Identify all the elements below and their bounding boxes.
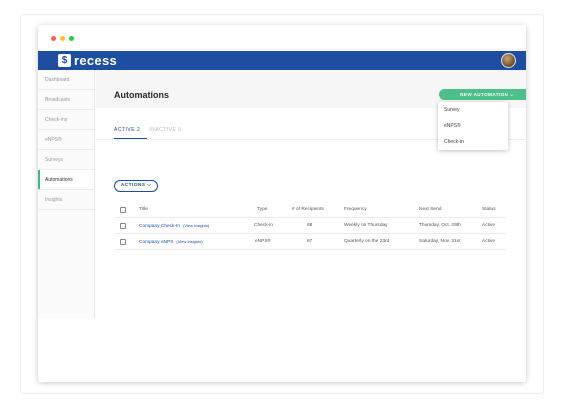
recess-logo[interactable]: $ recess (58, 53, 117, 68)
logo-icon: $ (58, 54, 71, 67)
dropdown-item-survey[interactable]: Survey (438, 102, 508, 118)
sidebar-item-check-ins[interactable]: Check-ins (38, 110, 94, 130)
column-header-status[interactable]: Status (482, 202, 496, 218)
dropdown-item-enps[interactable]: eNPS® (438, 118, 508, 134)
automation-title-link[interactable]: Company Check-In (139, 224, 180, 229)
user-avatar[interactable] (501, 53, 516, 68)
tab-active[interactable]: ACTIVE 2 (114, 127, 140, 133)
row-title-cell: Company Check-In (View Insights) (139, 218, 209, 235)
window-titlebar (38, 25, 526, 51)
sidebar-item-broadcasts[interactable]: Broadcasts (38, 90, 94, 110)
column-header-frequency[interactable]: Frequency (344, 202, 367, 218)
table-row: Company Check-In (View Insights) Check-in… (114, 218, 506, 234)
row-status: Active (482, 223, 496, 228)
new-automation-dropdown: Survey eNPS® Check-in (438, 102, 508, 150)
row-status: Active (482, 239, 496, 244)
dropdown-item-check-in[interactable]: Check-in (438, 134, 508, 150)
new-automation-button[interactable]: NEW AUTOMATION ⌵ (439, 89, 526, 100)
sidebar-item-surveys[interactable]: Surveys (38, 150, 94, 170)
row-next-send: Saturday, Nov. 21st (419, 239, 461, 244)
row-checkbox[interactable] (120, 223, 126, 229)
sidebar-item-insights[interactable]: Insights (38, 190, 94, 210)
sidebar-item-automations[interactable]: Automations (38, 170, 94, 190)
sidebar-item-dashboard[interactable]: Dashboard (38, 70, 94, 90)
app-header-bar: $ recess (38, 51, 526, 70)
minimize-window-icon[interactable] (60, 36, 65, 41)
page-title: Automations (114, 90, 169, 100)
sidebar: Dashboard Broadcasts Check-ins eNPS® Sur… (38, 70, 95, 318)
logo-text: recess (74, 53, 118, 68)
row-frequency: Weekly on Thursday (344, 223, 388, 228)
automations-table: Title Type # of Recipients Frequency Nex… (114, 202, 506, 250)
view-insights-link[interactable]: (View Insights) (183, 223, 209, 228)
select-all-checkbox[interactable] (120, 207, 126, 213)
app-window: $ recess Dashboard Broadcasts Check-ins … (38, 25, 526, 382)
row-checkbox[interactable] (120, 239, 126, 245)
row-recipients: 68 (307, 223, 313, 228)
sidebar-item-enps[interactable]: eNPS® (38, 130, 94, 150)
actions-button[interactable]: ACTIONS ⌵ (114, 180, 158, 192)
row-type: Check-in (254, 223, 273, 228)
automation-title-link[interactable]: Company eNPS (139, 240, 173, 245)
table-row: Company eNPS (View Insights) eNPS® 67 Qua… (114, 234, 506, 250)
row-next-send: Thursday, Oct. 29th (419, 223, 461, 228)
column-header-type[interactable]: Type (257, 202, 267, 218)
maximize-window-icon[interactable] (69, 36, 74, 41)
close-window-icon[interactable] (51, 36, 56, 41)
row-recipients: 67 (307, 239, 313, 244)
main-content: Automations NEW AUTOMATION ⌵ Survey eNPS… (96, 70, 526, 382)
table-header-row: Title Type # of Recipients Frequency Nex… (114, 202, 506, 218)
row-type: eNPS® (255, 239, 272, 244)
row-title-cell: Company eNPS (View Insights) (139, 234, 203, 251)
status-tabs: ACTIVE 2 INACTIVE 0 (114, 127, 190, 133)
tab-inactive[interactable]: INACTIVE 0 (149, 127, 181, 133)
column-header-title[interactable]: Title (139, 202, 148, 218)
column-header-recipients[interactable]: # of Recipients (292, 202, 324, 218)
view-insights-link[interactable]: (View Insights) (176, 239, 202, 244)
row-frequency: Quarterly on the 23rd (344, 239, 390, 244)
column-header-next-send[interactable]: Next Send (419, 202, 441, 218)
